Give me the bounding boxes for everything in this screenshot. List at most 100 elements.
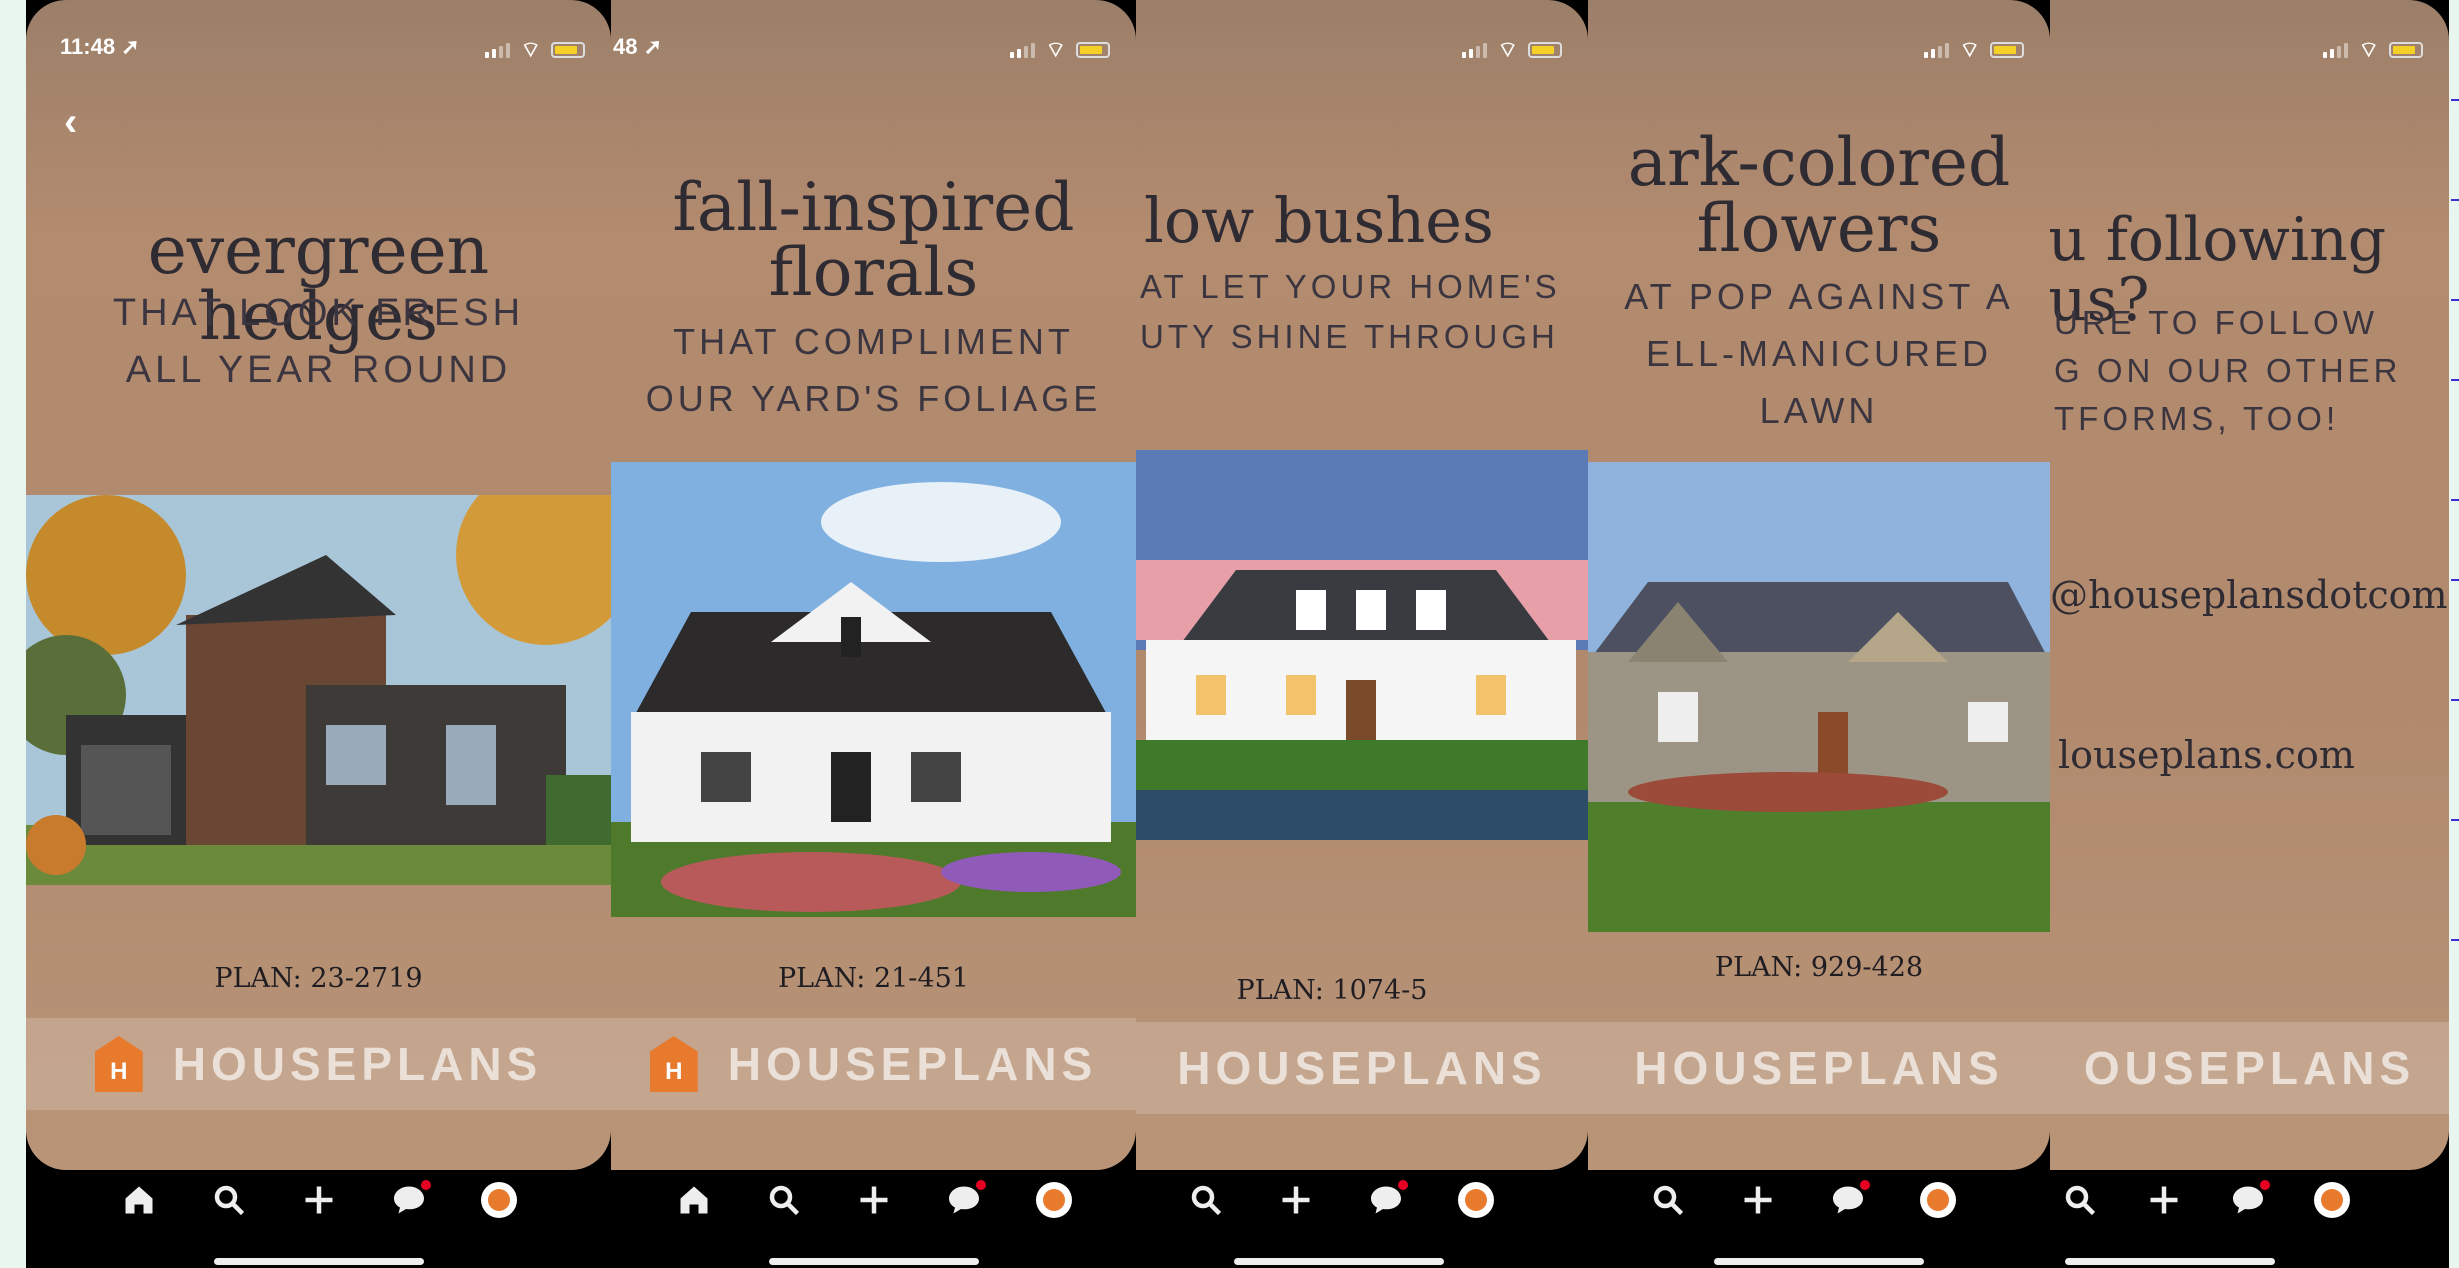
home-icon[interactable]: [119, 1180, 159, 1220]
subhead-line-1: THAT COMPLIMENT: [673, 321, 1074, 362]
subhead-line-2: ALL YEAR ROUND: [125, 349, 512, 391]
bottom-nav: [26, 1170, 611, 1268]
profile-icon[interactable]: [2312, 1180, 2352, 1220]
subhead-line-2: OUR YARD'S FOLIAGE: [645, 378, 1102, 419]
battery-icon: [1990, 42, 2024, 58]
plan-number: PLAN: 21-451: [778, 963, 969, 994]
house-photo: [1136, 450, 1588, 840]
story-screen-5: ⌔ u following us? URE TO FOLLOW G ON OUR…: [2050, 0, 2449, 1268]
story-card: ⌔ u following us? URE TO FOLLOW G ON OUR…: [2050, 0, 2449, 1170]
brand-band: H HOUSEPLANS: [26, 1018, 611, 1110]
home-indicator: [1234, 1258, 1445, 1265]
house-photo: [26, 495, 611, 885]
subhead-line-3: LAWN: [1759, 390, 1879, 431]
search-icon[interactable]: [2060, 1180, 2100, 1220]
brand-name: HOUSEPLANS: [1634, 1042, 2004, 1094]
wifi-icon: ⌔: [520, 37, 541, 62]
signal-icon: [1924, 42, 1950, 58]
chat-icon[interactable]: [1366, 1180, 1408, 1220]
signal-icon: [2323, 42, 2349, 58]
plan-number: PLAN: 23-2719: [214, 963, 423, 994]
chat-icon[interactable]: [389, 1180, 431, 1220]
bottom-nav: [1136, 1170, 1588, 1268]
brand-band: HOUSEPLANS: [1136, 1022, 1588, 1114]
status-time: 11:48 ➚: [60, 34, 140, 59]
story-screen-3: ⌔ low bushes AT LET YOUR HOME'S UTY SHIN…: [1136, 0, 1588, 1268]
chat-icon[interactable]: [2228, 1180, 2270, 1220]
brand-name: OUSEPLANS: [2083, 1042, 2416, 1094]
subhead-line-2: G ON OUR OTHER: [2054, 352, 2402, 389]
chat-icon[interactable]: [944, 1180, 986, 1220]
house-photo: [1588, 462, 2050, 932]
battery-icon: [551, 42, 585, 58]
bottom-nav: [1588, 1170, 2050, 1268]
status-time: 48 ➚: [613, 34, 663, 59]
signal-icon: [1010, 42, 1036, 58]
signal-icon: [485, 42, 511, 58]
search-icon[interactable]: [209, 1180, 249, 1220]
story-screen-1: 11:48 ➚ ⌔ ‹ evergreen hedges THAT LOOK F…: [26, 0, 611, 1268]
house-photo: [611, 462, 1136, 917]
search-icon[interactable]: [1648, 1180, 1688, 1220]
brand-name: HOUSEPLANS: [727, 1038, 1098, 1090]
decorative-side-marks: [2451, 99, 2459, 941]
back-button[interactable]: ‹: [64, 100, 77, 145]
story-card: 11:48 ➚ ⌔ ‹ evergreen hedges THAT LOOK F…: [26, 0, 611, 1170]
plus-icon[interactable]: [854, 1180, 894, 1220]
plus-icon[interactable]: [2144, 1180, 2184, 1220]
profile-icon[interactable]: [479, 1180, 519, 1220]
home-icon[interactable]: [674, 1180, 714, 1220]
brand-name: HOUSEPLANS: [1177, 1042, 1547, 1094]
subhead-line-2: ELL-MANICURED: [1645, 333, 1993, 374]
plus-icon[interactable]: [1276, 1180, 1316, 1220]
status-bar: ⌔: [1588, 0, 2050, 70]
headline-line-1: ark-colored: [1627, 124, 2011, 201]
brand-band: OUSEPLANS: [2050, 1022, 2449, 1114]
wifi-icon: ⌔: [1959, 37, 1980, 62]
profile-icon[interactable]: [1918, 1180, 1958, 1220]
home-indicator: [768, 1258, 979, 1265]
status-bar: ⌔: [1136, 0, 1588, 70]
search-icon[interactable]: [764, 1180, 804, 1220]
search-icon[interactable]: [1186, 1180, 1226, 1220]
plan-number: PLAN: 929-428: [1714, 952, 1924, 983]
story-screen-4: ⌔ ark-colored flowers AT POP AGAINST A E…: [1588, 0, 2050, 1268]
subhead-line-1: URE TO FOLLOW: [2054, 304, 2378, 341]
bottom-nav: [2050, 1170, 2449, 1268]
houseplans-logo-icon: H: [94, 1036, 143, 1092]
home-indicator: [1714, 1258, 1924, 1265]
headline-line-2: flowers: [1696, 190, 1942, 267]
battery-icon: [1528, 42, 1562, 58]
headline-line-1: low bushes: [1144, 184, 1494, 257]
home-indicator: [2064, 1258, 2275, 1265]
bottom-nav: [611, 1170, 1136, 1268]
profile-icon[interactable]: [1034, 1180, 1074, 1220]
plan-number: PLAN: 1074-5: [1236, 975, 1428, 1006]
subhead-line-1: AT POP AGAINST A: [1624, 276, 2014, 317]
brand-name: HOUSEPLANS: [172, 1038, 543, 1090]
battery-icon: [1076, 42, 1110, 58]
home-indicator: [213, 1258, 424, 1265]
headline-line-2: florals: [768, 234, 979, 311]
profile-icon[interactable]: [1456, 1180, 1496, 1220]
battery-icon: [2389, 42, 2423, 58]
wifi-icon: ⌔: [1045, 37, 1066, 62]
instagram-handle[interactable]: @houseplansdotcom: [2050, 576, 2449, 614]
status-bar: ⌔: [2050, 0, 2449, 70]
houseplans-logo-icon: H: [649, 1036, 698, 1092]
story-screen-2: 48 ➚ ⌔ fall-inspired florals THAT COMPLI…: [611, 0, 1136, 1268]
subhead-line-2: UTY SHINE THROUGH: [1140, 318, 1559, 355]
plus-icon[interactable]: [299, 1180, 339, 1220]
wifi-icon: ⌔: [1497, 37, 1518, 62]
subhead-line-1: THAT LOOK FRESH: [112, 292, 525, 334]
signal-icon: [1462, 42, 1488, 58]
status-bar: 48 ➚ ⌔: [611, 0, 1136, 70]
status-bar: 11:48 ➚ ⌔: [26, 0, 611, 70]
brand-band: HOUSEPLANS: [1588, 1022, 2050, 1114]
headline-line-1: fall-inspired: [672, 169, 1075, 246]
wifi-icon: ⌔: [2358, 37, 2379, 62]
plus-icon[interactable]: [1738, 1180, 1778, 1220]
website-link[interactable]: louseplans.com: [2058, 736, 2449, 774]
chat-icon[interactable]: [1828, 1180, 1870, 1220]
subhead-line-3: TFORMS, TOO!: [2054, 400, 2340, 437]
